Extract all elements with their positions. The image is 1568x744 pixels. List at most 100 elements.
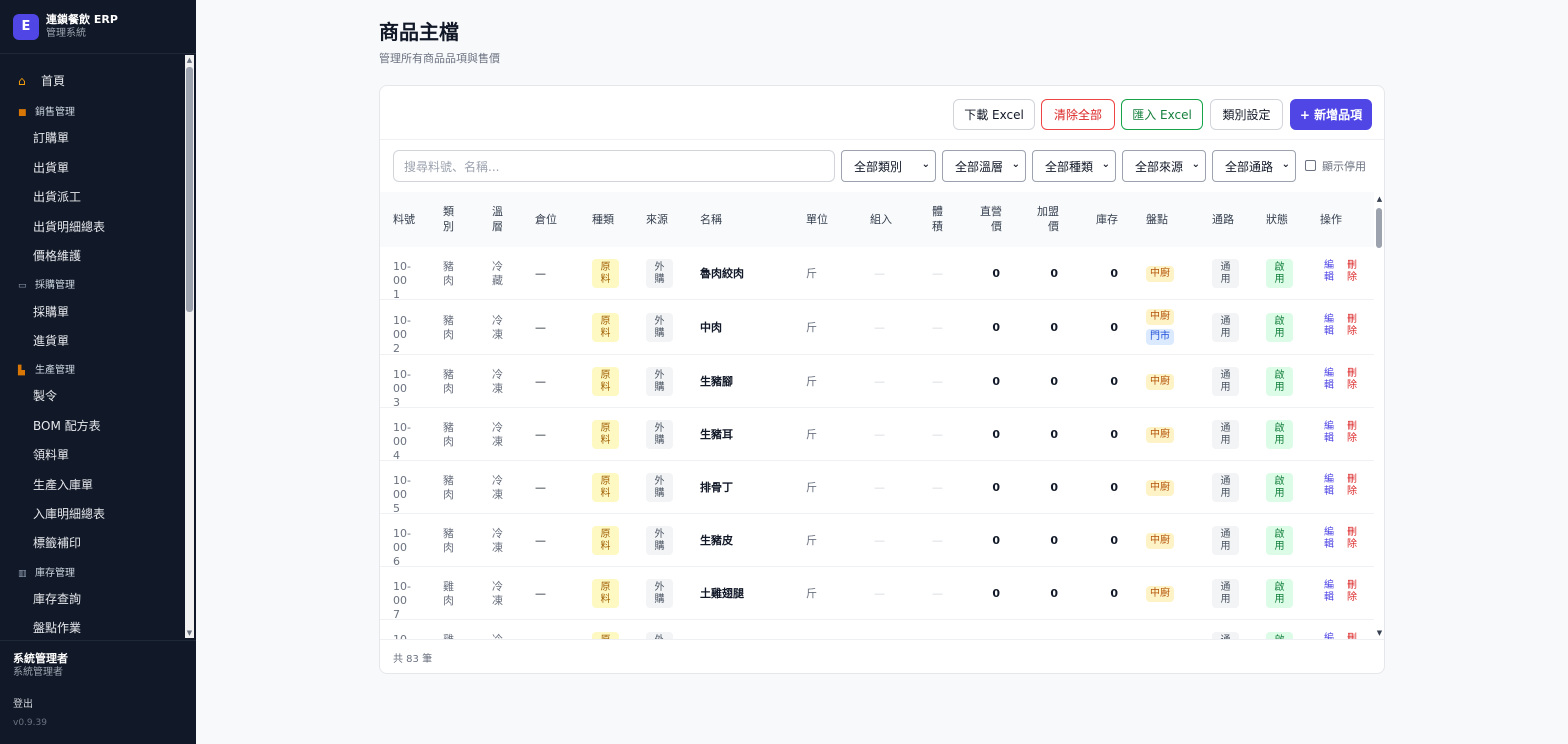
cell-code: 10-004 bbox=[393, 421, 411, 462]
sidebar-item-receiving[interactable]: 進貨單 bbox=[33, 333, 69, 349]
cell-temp: 冷凍 bbox=[492, 580, 503, 607]
cell-code: 10-005 bbox=[393, 474, 411, 515]
col-direct-price[interactable]: 直營價 bbox=[978, 204, 1002, 234]
col-count[interactable]: 盤點 bbox=[1146, 212, 1168, 227]
nav-group-inventory[interactable]: ▥ 庫存管理 bbox=[18, 567, 75, 581]
edit-link[interactable]: 編輯 bbox=[1324, 260, 1336, 284]
brand[interactable]: E 連鎖餐飲 ERP 管理系統 bbox=[13, 13, 118, 40]
category-select[interactable]: 全部類別 ⌄ bbox=[841, 150, 936, 182]
sidebar-item-shipment-summary[interactable]: 出貨明細總表 bbox=[33, 219, 105, 235]
cell-category: 雞肉 bbox=[443, 580, 454, 607]
sidebar-item-production-receipt[interactable]: 生產入庫單 bbox=[33, 477, 93, 493]
cell-direct-price: 0 bbox=[992, 321, 1000, 334]
edit-link[interactable]: 編輯 bbox=[1324, 368, 1336, 392]
user-role: 系統管理者 bbox=[13, 667, 63, 678]
sidebar-scrollbar[interactable]: ▲ ▼ bbox=[185, 55, 194, 638]
table-header: 料號 類別 溫層 倉位 種類 來源 名稱 單位 組入 體積 直營價 加盟價 庫存… bbox=[380, 192, 1374, 247]
download-excel-button[interactable]: 下載 Excel bbox=[953, 99, 1035, 130]
category-settings-button[interactable]: 類別設定 bbox=[1210, 99, 1283, 130]
edit-link[interactable]: 編輯 bbox=[1324, 421, 1336, 445]
sidebar-item-label-reprint[interactable]: 標籤補印 bbox=[33, 535, 81, 551]
cell-volume: — bbox=[932, 428, 943, 441]
delete-link[interactable]: 刪除 bbox=[1347, 314, 1359, 338]
delete-link[interactable]: 刪除 bbox=[1347, 368, 1359, 392]
status-badge: 啟用 bbox=[1266, 473, 1293, 502]
source-badge: 外購 bbox=[646, 313, 673, 342]
sidebar-item-shipment[interactable]: 出貨單 bbox=[33, 160, 69, 176]
edit-link[interactable]: 編輯 bbox=[1324, 474, 1336, 498]
sidebar-item-receipt-summary[interactable]: 入庫明細總表 bbox=[33, 506, 105, 522]
edit-link[interactable]: 編輯 bbox=[1324, 314, 1336, 338]
col-code[interactable]: 料號 bbox=[393, 212, 415, 227]
sidebar-item-dispatch[interactable]: 出貨派工 bbox=[33, 189, 81, 205]
table-row[interactable]: 10-007 雞肉 冷凍 — 原料 外購 土雞翅腿 斤 — — 0 0 0 中廚 通用 啟用 編輯 刪除 bbox=[380, 567, 1374, 621]
clear-all-button[interactable]: 清除全部 bbox=[1041, 99, 1115, 130]
sidebar-item-stocktake[interactable]: 盤點作業 bbox=[33, 620, 81, 636]
source-select[interactable]: 全部來源 ⌄ bbox=[1122, 150, 1206, 182]
add-item-button[interactable]: + 新增品項 bbox=[1290, 99, 1372, 130]
cell-volume: — bbox=[932, 481, 943, 494]
col-category[interactable]: 類別 bbox=[443, 204, 455, 234]
scroll-up-arrow-icon[interactable]: ▲ bbox=[1375, 195, 1384, 203]
delete-link[interactable]: 刪除 bbox=[1347, 421, 1359, 445]
cell-assembly: — bbox=[874, 321, 885, 334]
table-row[interactable]: 10-008雞肉冷凍—原料外購中廚通用啟用編輯刪除 bbox=[380, 620, 1374, 639]
table-row[interactable]: 10-006 豬肉 冷凍 — 原料 外購 生豬皮 斤 — — 0 0 0 中廚 通用 啟用 編輯 刪除 bbox=[380, 514, 1374, 568]
col-assembly[interactable]: 組入 bbox=[870, 212, 892, 227]
sidebar-item-order[interactable]: 訂購單 bbox=[33, 130, 69, 146]
sidebar-item-purchase-order[interactable]: 採購單 bbox=[33, 304, 69, 320]
kind-badge: 原料 bbox=[592, 313, 619, 342]
col-channel[interactable]: 通路 bbox=[1212, 212, 1234, 227]
sidebar-item-work-order[interactable]: 製令 bbox=[33, 388, 57, 404]
sidebar-item-price[interactable]: 價格維護 bbox=[33, 248, 81, 264]
col-source[interactable]: 來源 bbox=[646, 212, 668, 227]
col-location[interactable]: 倉位 bbox=[535, 212, 557, 227]
sidebar-item-bom[interactable]: BOM 配方表 bbox=[33, 418, 101, 434]
edit-link[interactable]: 編輯 bbox=[1324, 580, 1336, 604]
table-row[interactable]: 10-001 豬肉 冷藏 — 原料 外購 魯肉絞肉 斤 — — 0 0 0 中廚 通用 啟用 編輯 刪除 bbox=[380, 247, 1374, 301]
logout-link[interactable]: 登出 bbox=[13, 695, 33, 710]
col-volume[interactable]: 體積 bbox=[932, 204, 944, 234]
cell-unit: 斤 bbox=[806, 267, 817, 280]
col-stock[interactable]: 庫存 bbox=[1096, 212, 1118, 227]
col-franchise-price[interactable]: 加盟價 bbox=[1035, 204, 1059, 234]
scroll-down-arrow-icon[interactable]: ▼ bbox=[1375, 629, 1384, 637]
col-name[interactable]: 名稱 bbox=[700, 212, 722, 227]
edit-link[interactable]: 編輯 bbox=[1324, 527, 1336, 551]
delete-link[interactable]: 刪除 bbox=[1347, 527, 1359, 551]
col-unit[interactable]: 單位 bbox=[806, 212, 828, 227]
col-temp[interactable]: 溫層 bbox=[492, 204, 504, 234]
table-scrollbar[interactable]: ▲ ▼ bbox=[1374, 192, 1385, 639]
col-actions: 操作 bbox=[1320, 213, 1342, 226]
delete-link[interactable]: 刪除 bbox=[1347, 474, 1359, 498]
nav-group-purchase[interactable]: ▭ 採購管理 bbox=[18, 279, 75, 293]
nav-group-sales[interactable]: ■ 銷售管理 bbox=[18, 106, 75, 120]
chevron-down-icon: ⌄ bbox=[1101, 159, 1110, 170]
show-disabled-checkbox[interactable] bbox=[1305, 160, 1316, 171]
cell-code: 10-003 bbox=[393, 368, 411, 409]
cell-stock: 0 bbox=[1110, 481, 1118, 494]
import-excel-button[interactable]: 匯入 Excel bbox=[1121, 99, 1203, 130]
col-kind[interactable]: 種類 bbox=[592, 212, 614, 227]
table-row[interactable]: 10-003 豬肉 冷凍 — 原料 外購 生豬腳 斤 — — 0 0 0 中廚 通用 啟用 編輯 刪除 bbox=[380, 355, 1374, 409]
sidebar-item-stock-query[interactable]: 庫存查詢 bbox=[33, 591, 81, 607]
cell-assembly: — bbox=[874, 267, 885, 280]
col-status[interactable]: 狀態 bbox=[1266, 212, 1288, 227]
scroll-down-arrow-icon[interactable]: ▼ bbox=[185, 628, 194, 638]
table-row[interactable]: 10-002 豬肉 冷凍 — 原料 外購 中肉 斤 — — 0 0 0 中廚 門市 通用 啟用 編輯 刪除 bbox=[380, 300, 1374, 355]
delete-link[interactable]: 刪除 bbox=[1347, 580, 1359, 604]
sidebar-item-home[interactable]: ⌂ 首頁 bbox=[18, 73, 65, 89]
search-input[interactable]: 搜尋料號、名稱... bbox=[393, 150, 835, 182]
cell-name: 生豬皮 bbox=[700, 534, 733, 547]
nav-group-production[interactable]: ▙ 生產管理 bbox=[18, 364, 75, 378]
scrollbar-thumb[interactable] bbox=[186, 67, 193, 312]
table-row[interactable]: 10-005 豬肉 冷凍 — 原料 外購 排骨丁 斤 — — 0 0 0 中廚 通用 啟用 編輯 刪除 bbox=[380, 461, 1374, 515]
delete-link[interactable]: 刪除 bbox=[1347, 260, 1359, 284]
scrollbar-thumb[interactable] bbox=[1376, 208, 1382, 248]
temperature-select[interactable]: 全部溫層 ⌄ bbox=[942, 150, 1026, 182]
kind-select[interactable]: 全部種類 ⌄ bbox=[1032, 150, 1116, 182]
sidebar-item-material-requisition[interactable]: 領料單 bbox=[33, 447, 69, 463]
table-row[interactable]: 10-004 豬肉 冷凍 — 原料 外購 生豬耳 斤 — — 0 0 0 中廚 通用 啟用 編輯 刪除 bbox=[380, 408, 1374, 462]
scroll-up-arrow-icon[interactable]: ▲ bbox=[185, 55, 194, 65]
channel-select[interactable]: 全部通路 ⌄ bbox=[1212, 150, 1296, 182]
